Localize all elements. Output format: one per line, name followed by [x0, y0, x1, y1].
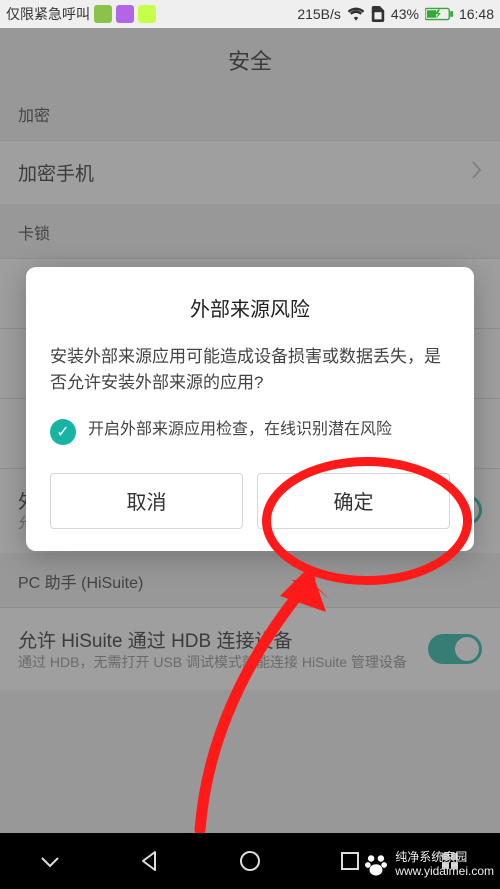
notif-icon-2: [116, 5, 134, 23]
battery-icon: [425, 7, 453, 21]
nav-home-button[interactable]: [226, 837, 274, 885]
confirm-button[interactable]: 确定: [257, 473, 450, 529]
dialog-external-source-risk: 外部来源风险 安装外部来源应用可能造成设备损害或数据丢失，是否允许安装外部来源的…: [26, 267, 474, 551]
watermark-url: www.yidaimei.com: [395, 865, 494, 879]
watermark: 纯净系统家园 www.yidaimei.com: [363, 851, 494, 879]
dialog-body: 安装外部来源应用可能造成设备损害或数据丢失，是否允许安装外部来源的应用?: [50, 344, 450, 397]
dialog-title: 外部来源风险: [50, 293, 450, 322]
net-speed: 215B/s: [297, 6, 341, 22]
notif-icon-1: [94, 5, 112, 23]
dialog-checkbox-row[interactable]: ✓ 开启外部来源应用检查，在线识别潜在风险: [50, 419, 450, 445]
clock: 16:48: [459, 6, 494, 22]
check-icon: ✓: [50, 419, 76, 445]
nav-back-button[interactable]: [126, 837, 174, 885]
cancel-button[interactable]: 取消: [50, 473, 243, 529]
dialog-check-text: 开启外部来源应用检查，在线识别潜在风险: [88, 419, 392, 441]
wifi-icon: [347, 7, 365, 21]
notif-icon-3: [138, 5, 156, 23]
sim-icon: [371, 6, 385, 22]
nav-menu-button[interactable]: [26, 837, 74, 885]
paw-icon: [363, 852, 389, 878]
battery-percent: 43%: [391, 6, 419, 22]
status-bar: 仅限紧急呼叫 215B/s 43% 16:48: [0, 0, 500, 28]
network-status: 仅限紧急呼叫: [6, 4, 90, 24]
